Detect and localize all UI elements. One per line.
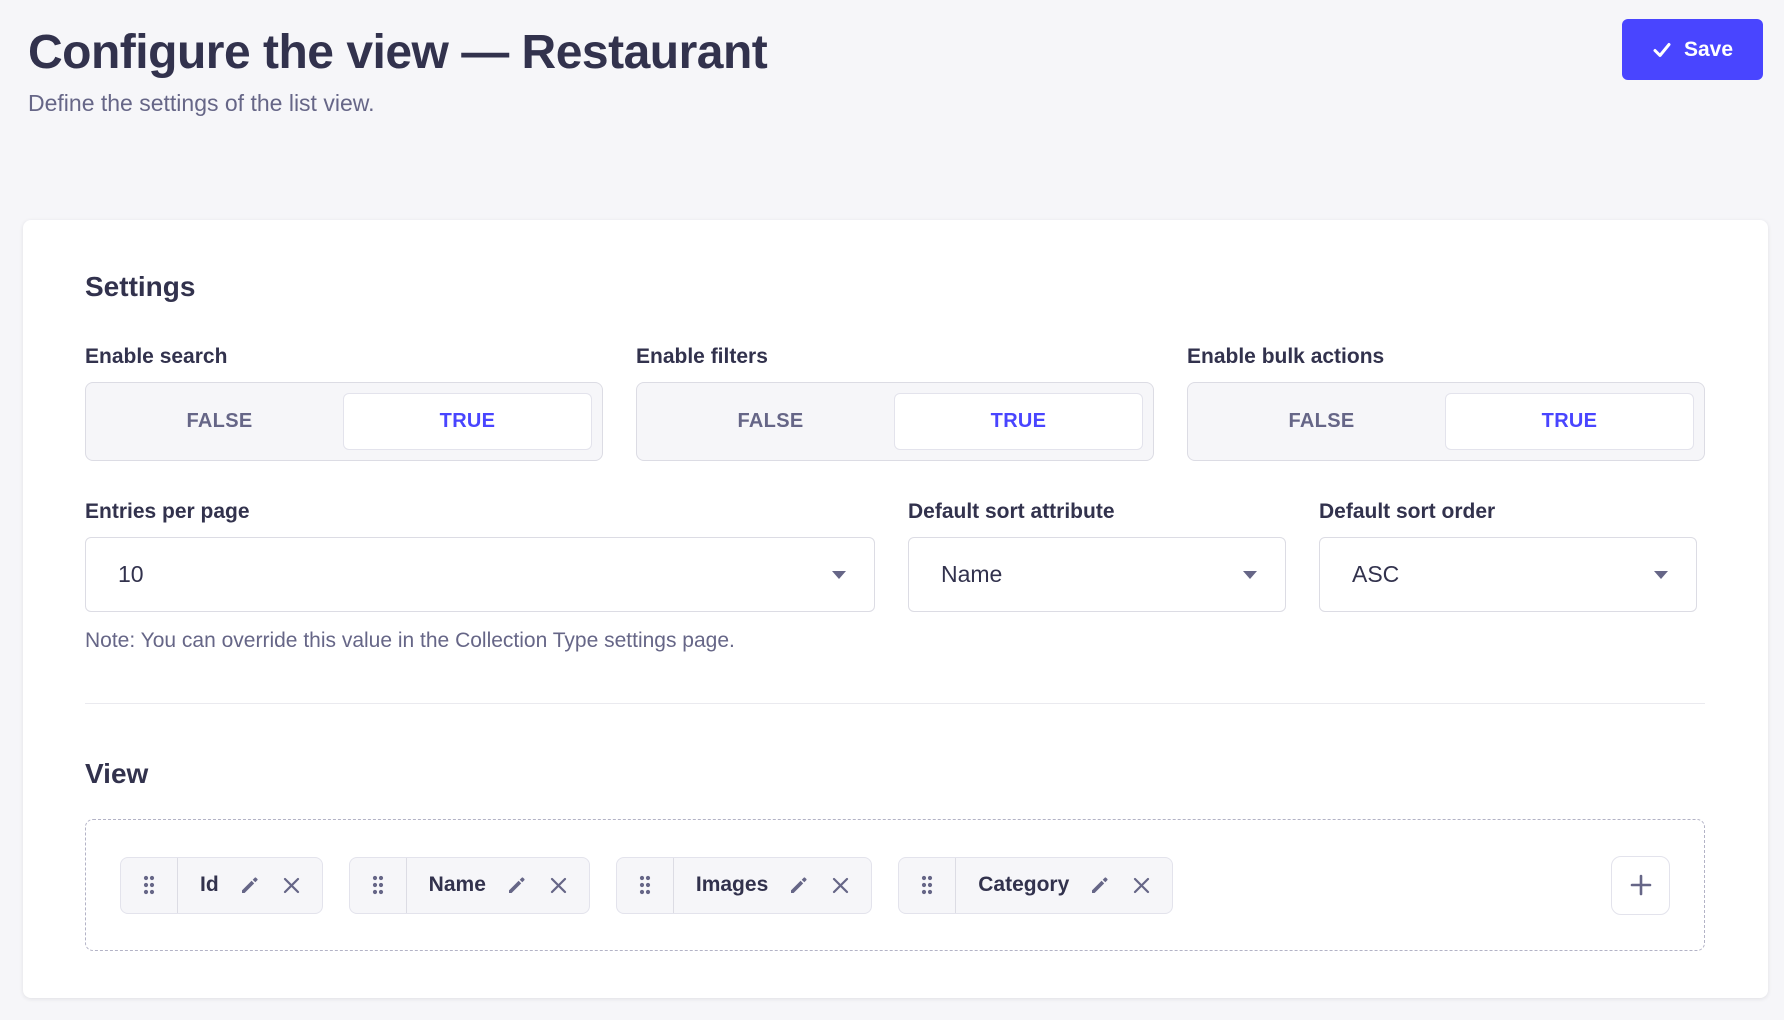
enable-search-toggle[interactable]: FALSE TRUE	[85, 382, 603, 461]
chevron-down-icon	[1243, 571, 1257, 579]
plus-icon	[1627, 871, 1655, 899]
close-icon	[830, 875, 851, 896]
chip-label: Images	[694, 873, 770, 897]
view-section-heading: View	[85, 757, 1705, 791]
edit-field-button[interactable]	[236, 871, 264, 899]
drag-handle[interactable]	[121, 858, 178, 913]
toggle-option-false[interactable]: FALSE	[647, 393, 894, 450]
remove-field-button[interactable]	[546, 873, 571, 898]
enable-bulk-actions-toggle[interactable]: FALSE TRUE	[1187, 382, 1705, 461]
pencil-icon	[505, 873, 529, 897]
pencil-icon	[787, 873, 811, 897]
drag-dots-icon	[637, 873, 653, 897]
close-icon	[1131, 875, 1152, 896]
remove-field-button[interactable]	[279, 873, 304, 898]
select-value: ASC	[1352, 561, 1399, 588]
save-button-label: Save	[1684, 38, 1733, 62]
page-title: Configure the view — Restaurant	[28, 24, 1756, 82]
edit-field-button[interactable]	[503, 871, 531, 899]
drag-handle[interactable]	[899, 858, 956, 913]
chip-body: Id	[178, 858, 322, 913]
save-button[interactable]: Save	[1622, 19, 1763, 80]
selects-row: Entries per page 10 Note: You can overri…	[85, 499, 1705, 654]
default-sort-attribute-select[interactable]: Name	[908, 537, 1286, 612]
settings-section-heading: Settings	[85, 270, 1705, 304]
field-default-sort-order: Default sort order ASC	[1319, 499, 1697, 654]
page-header: Configure the view — Restaurant Define t…	[0, 0, 1784, 118]
field-label: Default sort attribute	[908, 499, 1286, 525]
section-divider	[85, 703, 1705, 704]
chevron-down-icon	[832, 571, 846, 579]
page-subtitle: Define the settings of the list view.	[28, 88, 1756, 118]
drag-handle[interactable]	[617, 858, 674, 913]
drag-dots-icon	[919, 873, 935, 897]
field-entries-per-page: Entries per page 10 Note: You can overri…	[85, 499, 875, 654]
chip-body: Name	[407, 858, 589, 913]
chip-label: Id	[198, 873, 221, 897]
chip-label: Category	[976, 873, 1071, 897]
toggle-option-true[interactable]: TRUE	[1445, 393, 1694, 450]
view-field-chip-name: Name	[349, 857, 590, 914]
edit-field-button[interactable]	[1086, 871, 1114, 899]
enable-filters-toggle[interactable]: FALSE TRUE	[636, 382, 1154, 461]
add-field-button[interactable]	[1611, 856, 1670, 915]
field-label: Enable bulk actions	[1187, 344, 1705, 370]
pencil-icon	[1088, 873, 1112, 897]
field-default-sort-attribute: Default sort attribute Name	[908, 499, 1286, 654]
toggle-option-true[interactable]: TRUE	[343, 393, 592, 450]
field-label: Enable search	[85, 344, 603, 370]
drag-dots-icon	[370, 873, 386, 897]
field-label: Entries per page	[85, 499, 875, 525]
field-enable-bulk-actions: Enable bulk actions FALSE TRUE	[1187, 344, 1705, 461]
drag-handle[interactable]	[350, 858, 407, 913]
field-label: Default sort order	[1319, 499, 1697, 525]
view-field-chip-images: Images	[616, 857, 872, 914]
chevron-down-icon	[1654, 571, 1668, 579]
entries-per-page-select[interactable]: 10	[85, 537, 875, 612]
drag-dots-icon	[141, 873, 157, 897]
toggle-option-false[interactable]: FALSE	[96, 393, 343, 450]
field-enable-search: Enable search FALSE TRUE	[85, 344, 603, 461]
check-icon	[1652, 40, 1672, 60]
chip-label: Name	[427, 873, 488, 897]
select-value: 10	[118, 561, 144, 588]
entries-per-page-note: Note: You can override this value in the…	[85, 628, 875, 654]
chip-body: Images	[674, 858, 871, 913]
view-field-chip-category: Category	[898, 857, 1173, 914]
edit-field-button[interactable]	[785, 871, 813, 899]
toggle-option-true[interactable]: TRUE	[894, 393, 1143, 450]
field-enable-filters: Enable filters FALSE TRUE	[636, 344, 1154, 461]
remove-field-button[interactable]	[828, 873, 853, 898]
close-icon	[548, 875, 569, 896]
view-field-chip-id: Id	[120, 857, 323, 914]
settings-card: Settings Enable search FALSE TRUE Enable…	[23, 220, 1768, 998]
select-value: Name	[941, 561, 1002, 588]
toggles-row: Enable search FALSE TRUE Enable filters …	[85, 344, 1705, 461]
toggle-option-false[interactable]: FALSE	[1198, 393, 1445, 450]
field-label: Enable filters	[636, 344, 1154, 370]
view-fields-drop-zone: Id	[85, 819, 1705, 951]
remove-field-button[interactable]	[1129, 873, 1154, 898]
default-sort-order-select[interactable]: ASC	[1319, 537, 1697, 612]
pencil-icon	[238, 873, 262, 897]
close-icon	[281, 875, 302, 896]
chip-body: Category	[956, 858, 1172, 913]
